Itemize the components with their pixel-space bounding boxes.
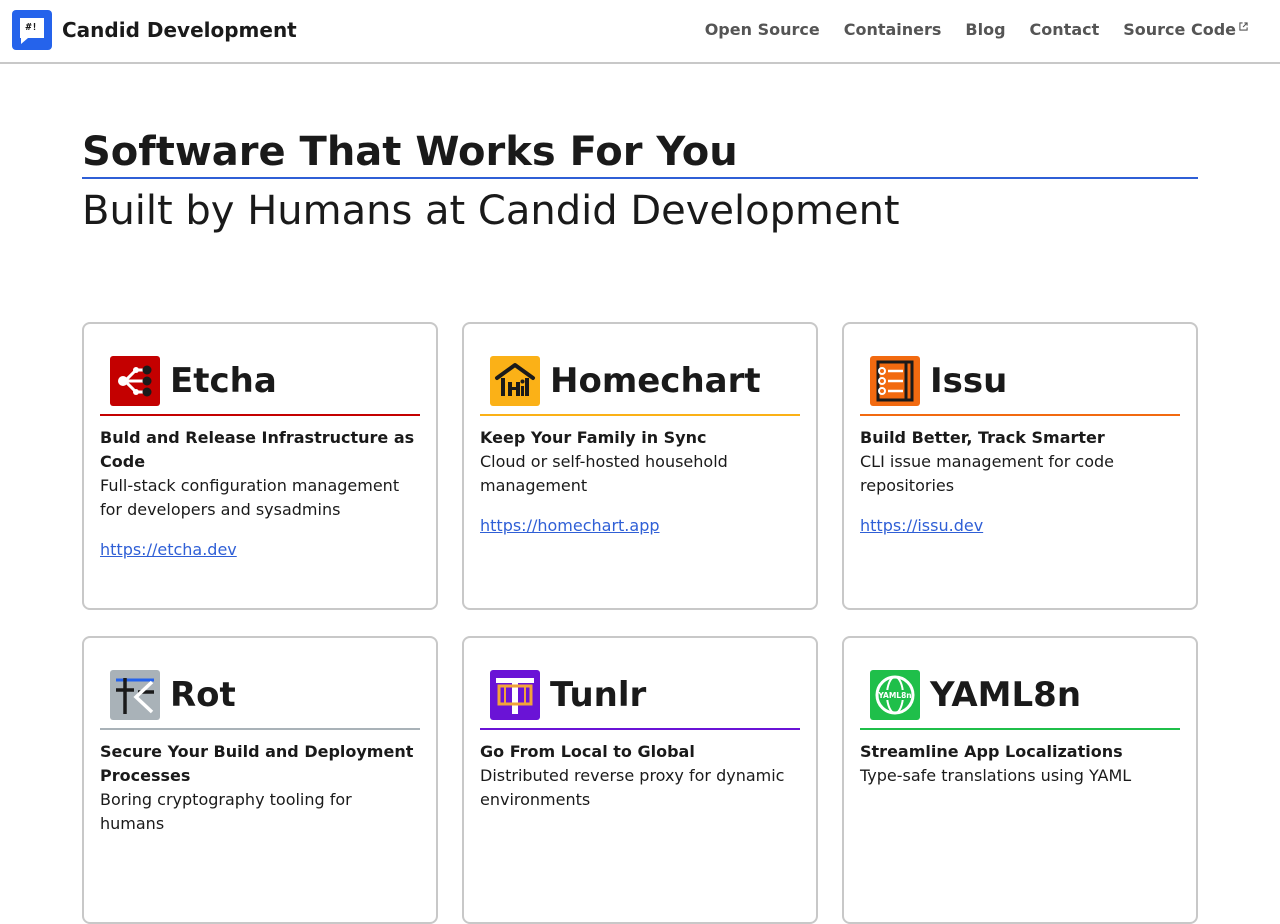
site-header: #! Candid Development Open Source Contai… xyxy=(0,0,1280,64)
brand-home-link[interactable]: #! Candid Development xyxy=(12,10,297,50)
product-tagline: Secure Your Build and Deployment Process… xyxy=(100,742,414,785)
homechart-house-icon xyxy=(490,356,540,406)
product-description: Full-stack configuration management for … xyxy=(100,476,400,519)
card-header: Tunlr xyxy=(480,670,800,730)
product-grid: Etcha Buld and Release Infrastructure as… xyxy=(82,322,1198,924)
nav-open-source[interactable]: Open Source xyxy=(705,20,820,39)
hero: Software That Works For You Built by Hum… xyxy=(82,128,1198,239)
product-tagline: Streamline App Localizations xyxy=(860,742,1123,761)
product-name: Rot xyxy=(170,675,236,715)
product-tagline: Keep Your Family in Sync xyxy=(480,428,707,447)
product-card-yaml8n: YAML8n YAML8n Streamline App Localizatio… xyxy=(842,636,1198,924)
nav-contact[interactable]: Contact xyxy=(1030,20,1100,39)
product-description: Cloud or self-hosted household managemen… xyxy=(480,452,728,495)
product-name: Etcha xyxy=(170,361,277,401)
product-name: Tunlr xyxy=(550,675,647,715)
svg-text:YAML8n: YAML8n xyxy=(877,691,911,700)
product-name: Homechart xyxy=(550,361,761,401)
nav-source-code-label: Source Code xyxy=(1123,20,1236,39)
product-tagline: Go From Local to Global xyxy=(480,742,695,761)
nav-source-code[interactable]: Source Code xyxy=(1123,20,1248,39)
product-link[interactable]: https://issu.dev xyxy=(860,514,983,538)
product-card-homechart: Homechart Keep Your Family in Sync Cloud… xyxy=(462,322,818,610)
hero-title: Software That Works For You xyxy=(82,128,1198,179)
product-card-tunlr: Tunlr Go From Local to Global Distribute… xyxy=(462,636,818,924)
nav-blog[interactable]: Blog xyxy=(965,20,1005,39)
rot-cipher-icon xyxy=(110,670,160,720)
product-card-issu: Issu Build Better, Track Smarter CLI iss… xyxy=(842,322,1198,610)
card-header: Rot xyxy=(100,670,420,730)
product-description: Boring cryptography tooling for humans xyxy=(100,790,352,833)
product-tagline: Buld and Release Infrastructure as Code xyxy=(100,428,415,471)
product-description: Distributed reverse proxy for dynamic en… xyxy=(480,766,785,809)
card-header: YAML8n YAML8n xyxy=(860,670,1180,730)
product-description: Type-safe translations using YAML xyxy=(860,766,1132,785)
main-nav: Open Source Containers Blog Contact Sour… xyxy=(705,20,1248,39)
product-name: YAML8n xyxy=(930,675,1082,715)
product-link[interactable]: https://homechart.app xyxy=(480,514,660,538)
product-tagline: Build Better, Track Smarter xyxy=(860,428,1105,447)
product-card-rot: Rot Secure Your Build and Deployment Pro… xyxy=(82,636,438,924)
candid-logo-icon: #! xyxy=(12,10,52,50)
hero-subtitle: Built by Humans at Candid Development xyxy=(82,188,900,234)
card-header: Etcha xyxy=(100,356,420,416)
product-description: CLI issue management for code repositori… xyxy=(860,452,1115,495)
svg-text:#!: #! xyxy=(26,22,38,33)
nav-containers[interactable]: Containers xyxy=(844,20,942,39)
tunlr-tunnel-icon xyxy=(490,670,540,720)
brand-name: Candid Development xyxy=(62,18,297,42)
card-header: Homechart xyxy=(480,356,800,416)
product-name: Issu xyxy=(930,361,1008,401)
etcha-share-icon xyxy=(110,356,160,406)
external-link-icon xyxy=(1239,22,1248,31)
product-link[interactable]: https://etcha.dev xyxy=(100,538,237,562)
card-header: Issu xyxy=(860,356,1180,416)
product-card-etcha: Etcha Buld and Release Infrastructure as… xyxy=(82,322,438,610)
issu-list-icon xyxy=(870,356,920,406)
yaml8n-globe-icon: YAML8n xyxy=(870,670,920,720)
